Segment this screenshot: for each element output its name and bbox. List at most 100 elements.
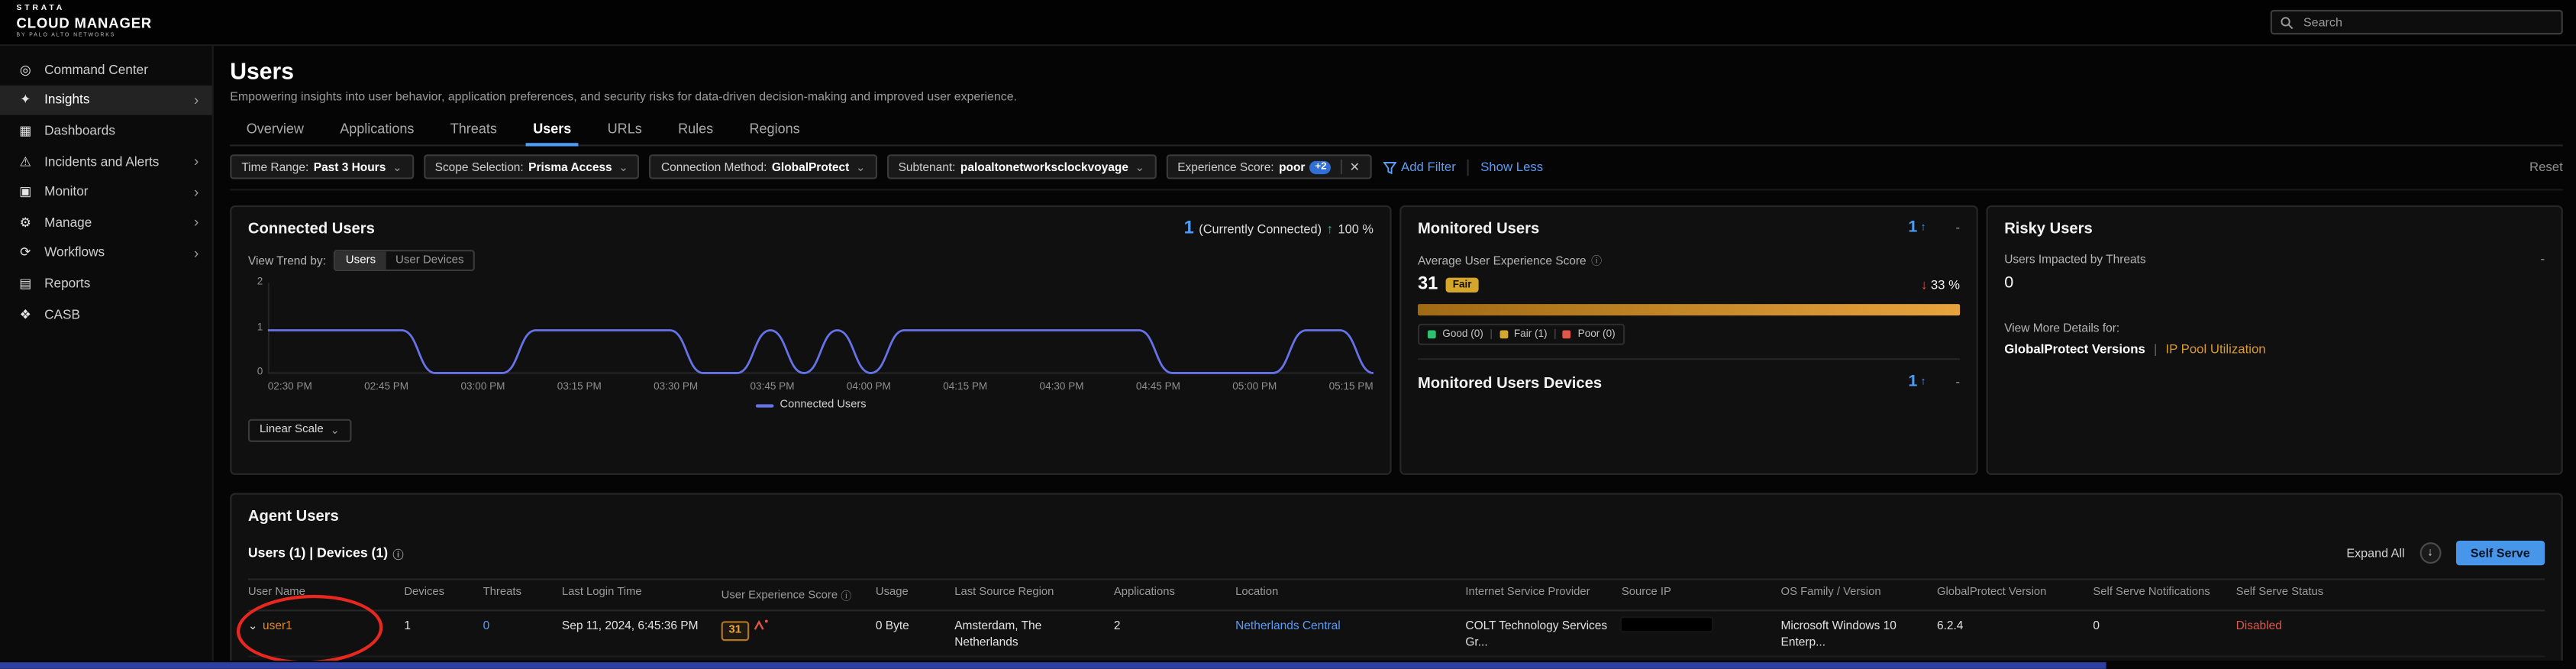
- sidebar-item-insights[interactable]: ✦Insights›: [0, 85, 212, 115]
- threats-link[interactable]: 0: [483, 618, 490, 632]
- chevron-down-icon: ⌄: [856, 160, 866, 173]
- sidebar-item-label: Manage: [44, 215, 92, 229]
- column-header-globalprotect-version[interactable]: GlobalProtect Version: [1937, 587, 2090, 598]
- insights-icon: ✦: [18, 92, 33, 107]
- brand-logo[interactable]: STRATA CLOUD MANAGER BY PALO ALTO NETWOR…: [17, 7, 153, 38]
- x-tick-label: 04:00 PM: [847, 381, 891, 393]
- sidebar-item-monitor[interactable]: ▣Monitor›: [0, 176, 212, 207]
- expand-chevron-icon[interactable]: ⌄: [248, 621, 258, 632]
- column-header-last-source-region[interactable]: Last Source Region: [954, 587, 1110, 598]
- column-header-self-serve-status[interactable]: Self Serve Status: [2236, 587, 2545, 598]
- column-header-internet-service-provider[interactable]: Internet Service Provider: [1465, 587, 1618, 598]
- tab-users[interactable]: Users: [517, 115, 588, 145]
- self-serve-button[interactable]: Self Serve: [2455, 541, 2545, 565]
- x-tick-label: 05:15 PM: [1329, 381, 1374, 393]
- filter-pill-subtenant[interactable]: Subtenant:paloaltonetworksclockvoyage⌄: [887, 154, 1157, 179]
- cell-source-ip: [1622, 618, 1777, 635]
- sidebar-item-label: Workflows: [44, 245, 105, 260]
- cell-applications: 2: [1114, 618, 1232, 634]
- monitored-users-title: Monitored Users: [1418, 218, 1539, 237]
- sidebar-item-manage[interactable]: ⚙Manage›: [0, 207, 212, 238]
- view-trend-label: View Trend by:: [248, 253, 326, 267]
- column-header-os-family-version[interactable]: OS Family / Version: [1781, 587, 1934, 598]
- remove-filter-icon[interactable]: ✕: [1341, 160, 1360, 174]
- sidebar-item-command-center[interactable]: ◎Command Center: [0, 54, 212, 85]
- global-search[interactable]: [2271, 10, 2563, 34]
- search-input[interactable]: [2300, 13, 2553, 31]
- download-icon: ↓: [2427, 548, 2433, 559]
- legend-swatch: [1563, 331, 1571, 339]
- filter-pill-time-range[interactable]: Time Range:Past 3 Hours⌄: [230, 154, 413, 179]
- impacted-label: Users Impacted by Threats: [2004, 251, 2145, 266]
- column-header-usage[interactable]: Usage: [876, 587, 951, 598]
- tab-overview[interactable]: Overview: [230, 115, 320, 145]
- column-header-applications[interactable]: Applications: [1114, 587, 1232, 598]
- tab-threats[interactable]: Threats: [434, 115, 513, 145]
- column-header-threats[interactable]: Threats: [483, 587, 559, 598]
- trend-toggle: Users User Devices: [334, 250, 476, 271]
- scale-select[interactable]: Linear Scale ⌄: [248, 419, 351, 441]
- expand-all-button[interactable]: Expand All: [2346, 545, 2404, 560]
- sidebar-item-dashboards[interactable]: ▦Dashboards: [0, 115, 212, 146]
- filter-label: Time Range:: [241, 160, 308, 174]
- status-text: Disabled: [2236, 618, 2282, 632]
- cell-last-login: Sep 11, 2024, 6:45:36 PM: [562, 618, 718, 634]
- column-header-self-serve-notifications[interactable]: Self Serve Notifications: [2093, 587, 2232, 598]
- filter-pill-experience-score[interactable]: Experience Score:poor+2✕: [1166, 154, 1371, 179]
- user-link[interactable]: user1: [263, 618, 292, 632]
- sidebar-item-reports[interactable]: ▤Reports: [0, 268, 212, 299]
- filter-pill-connection-method[interactable]: Connection Method:GlobalProtect⌄: [650, 154, 877, 179]
- table-header-row: User NameDevicesThreatsLast Login TimeUs…: [248, 578, 2545, 611]
- avg-score-label: Average User Experience Score: [1418, 252, 1587, 267]
- add-filter-button[interactable]: Add Filter: [1383, 160, 1455, 174]
- bottom-bar: [0, 662, 2106, 669]
- brand-line-2: CLOUD MANAGER: [17, 16, 153, 30]
- filter-value: paloaltonetworksclockvoyage: [960, 160, 1128, 174]
- column-header-devices[interactable]: Devices: [404, 587, 479, 598]
- y-axis: 210: [248, 276, 263, 378]
- filter-pill-scope-selection[interactable]: Scope Selection:Prisma Access⌄: [424, 154, 640, 179]
- cell-user: ⌄ user1: [248, 618, 401, 635]
- ip-pool-utilization-link[interactable]: IP Pool Utilization: [2165, 342, 2265, 357]
- sidebar-item-workflows[interactable]: ⟳Workflows›: [0, 238, 212, 268]
- monitor-icon: ▣: [18, 184, 33, 199]
- download-button[interactable]: ↓: [2419, 542, 2441, 564]
- score-trend-value: 33 %: [1931, 277, 1960, 292]
- x-tick-label: 03:30 PM: [654, 381, 698, 393]
- column-header-user-name[interactable]: User Name: [248, 587, 401, 598]
- sidebar-item-casb[interactable]: ❖CASB: [0, 299, 212, 329]
- connected-trend: 100 %: [1338, 221, 1374, 236]
- sidebar-item-incidents-and-alerts[interactable]: ⚠Incidents and Alerts›: [0, 146, 212, 176]
- globalprotect-versions-link[interactable]: GlobalProtect Versions: [2004, 342, 2145, 357]
- tab-urls[interactable]: URLs: [591, 115, 658, 145]
- page-subtitle: Empowering insights into user behavior, …: [230, 89, 2563, 103]
- toggle-users[interactable]: Users: [336, 251, 386, 270]
- sidebar: ◎Command Center✦Insights›▦Dashboards⚠Inc…: [0, 46, 214, 661]
- chart-legend: Connected Users: [248, 399, 1374, 411]
- reset-button[interactable]: Reset: [2529, 160, 2563, 174]
- tab-regions[interactable]: Regions: [733, 115, 816, 145]
- column-header-source-ip[interactable]: Source IP: [1622, 587, 1777, 598]
- info-icon[interactable]: ⓘ: [841, 587, 851, 603]
- cell-os: Microsoft Windows 10 Enterp...: [1781, 618, 1934, 650]
- trend-dash: -: [1955, 375, 1960, 389]
- legend-label: Connected Users: [780, 399, 867, 411]
- more-details-label: View More Details for:: [2004, 321, 2545, 335]
- info-icon[interactable]: ⓘ: [1591, 251, 1602, 268]
- tab-applications[interactable]: Applications: [324, 115, 431, 145]
- toggle-user-devices[interactable]: User Devices: [386, 251, 473, 270]
- cell-usage: 0 Byte: [876, 618, 951, 634]
- command-center-icon: ◎: [18, 62, 33, 76]
- brand-line-1: STRATA: [17, 7, 153, 15]
- show-less-button[interactable]: Show Less: [1480, 160, 1543, 174]
- location-link[interactable]: Netherlands Central: [1235, 618, 1341, 632]
- divider: [1418, 358, 1960, 373]
- info-icon[interactable]: ⓘ: [393, 545, 404, 561]
- casb-icon: ❖: [18, 306, 33, 321]
- column-header-last-login-time[interactable]: Last Login Time: [562, 587, 718, 598]
- chart-plot-area: [268, 276, 1374, 378]
- x-tick-label: 04:45 PM: [1136, 381, 1180, 393]
- column-header-user-experience-score[interactable]: User Experience Scoreⓘ: [721, 587, 873, 603]
- column-header-location[interactable]: Location: [1235, 587, 1462, 598]
- tab-rules[interactable]: Rules: [662, 115, 730, 145]
